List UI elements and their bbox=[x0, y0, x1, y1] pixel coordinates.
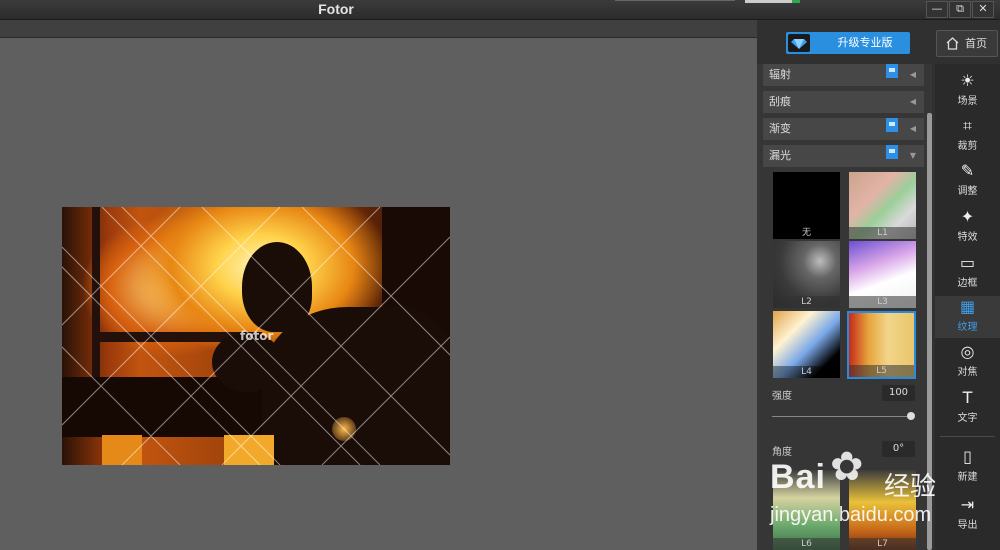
home-label: 首页 bbox=[965, 37, 987, 50]
tool-label: 新建 bbox=[957, 472, 978, 483]
title-bar-indicator bbox=[745, 0, 800, 3]
sparkles-icon: ✦ bbox=[960, 207, 975, 226]
title-bar: Fotor — ⧉ ✕ bbox=[0, 0, 1000, 20]
thumb-label: L5 bbox=[849, 365, 914, 377]
tool-label: 裁剪 bbox=[957, 141, 978, 152]
accordion-scratches[interactable]: 刮痕 ◀ bbox=[763, 91, 924, 113]
thumb-label: L4 bbox=[773, 366, 840, 378]
tool-adjust[interactable]: ✎ 调整 bbox=[935, 160, 1000, 202]
chevron-left-icon: ◀ bbox=[909, 97, 916, 106]
thumb-label: 无 bbox=[801, 228, 811, 238]
tool-label: 对焦 bbox=[957, 367, 978, 378]
upgrade-button[interactable]: 升级专业版 bbox=[786, 32, 910, 54]
leak-thumb-l3[interactable]: L3 bbox=[849, 241, 916, 308]
baidu-jingyan-watermark: Bai ✿ 经验 jingyan.baidu.com bbox=[760, 438, 960, 533]
chevron-left-icon: ◀ bbox=[909, 124, 916, 133]
crop-icon: ⌗ bbox=[962, 116, 972, 135]
tool-label: 文字 bbox=[957, 413, 978, 424]
accordion-light-leak[interactable]: 漏光 ▼ bbox=[763, 145, 924, 167]
home-icon bbox=[946, 37, 959, 50]
accordion-radiation[interactable]: 辐射 ◀ bbox=[763, 64, 924, 86]
paw-icon: ✿ bbox=[830, 445, 864, 489]
chevron-down-icon: ▼ bbox=[909, 151, 916, 160]
tool-text[interactable]: T 文字 bbox=[935, 387, 1000, 429]
upgrade-label: 升级专业版 bbox=[837, 36, 893, 49]
text-icon: T bbox=[962, 388, 973, 407]
tool-effects[interactable]: ✦ 特效 bbox=[935, 206, 1000, 248]
photo-preview[interactable]: fotor bbox=[62, 207, 450, 465]
strength-value-field[interactable]: 100 bbox=[882, 385, 915, 401]
home-button[interactable]: 首页 bbox=[936, 30, 998, 57]
leak-thumb-l2[interactable]: L2 bbox=[773, 241, 840, 308]
accordion-label: 辐射 bbox=[769, 68, 791, 81]
tool-label: 纹理 bbox=[957, 322, 978, 333]
frame-icon: ▭ bbox=[959, 253, 976, 272]
strength-slider-track[interactable] bbox=[772, 416, 912, 417]
leak-thumb-l1[interactable]: L1 bbox=[849, 172, 916, 239]
thumb-label: L6 bbox=[773, 538, 840, 550]
tool-frame[interactable]: ▭ 边框 bbox=[935, 252, 1000, 294]
premium-diamond-icon bbox=[886, 118, 898, 132]
tool-scene[interactable]: ☀ 场景 bbox=[935, 70, 1000, 112]
tool-divider bbox=[940, 436, 995, 437]
close-button[interactable]: ✕ bbox=[972, 1, 994, 18]
tool-label: 特效 bbox=[957, 232, 978, 243]
premium-diamond-icon bbox=[886, 64, 898, 78]
leak-thumb-l4[interactable]: L4 bbox=[773, 311, 840, 378]
tool-label: 场景 bbox=[957, 96, 978, 107]
tool-label: 导出 bbox=[957, 520, 978, 531]
accordion-label: 刮痕 bbox=[769, 95, 791, 108]
restore-button[interactable]: ⧉ bbox=[949, 1, 971, 18]
premium-diamond-icon bbox=[886, 145, 898, 159]
tool-crop[interactable]: ⌗ 裁剪 bbox=[935, 115, 1000, 157]
tool-texture[interactable]: ▦ 纹理 bbox=[935, 296, 1000, 338]
watermark-brand-suffix: 经验 bbox=[884, 471, 937, 501]
tool-focus[interactable]: ◎ 对焦 bbox=[935, 341, 1000, 383]
accordion-label: 漏光 bbox=[769, 149, 791, 162]
accordion-gradient[interactable]: 渐变 ◀ bbox=[763, 118, 924, 140]
thumb-label: L3 bbox=[849, 296, 916, 308]
diamond-icon bbox=[788, 34, 810, 52]
minimize-button[interactable]: — bbox=[926, 1, 948, 18]
app-title: Fotor bbox=[318, 1, 354, 17]
tool-label: 边框 bbox=[957, 278, 978, 289]
leak-thumb-l5[interactable]: L5 bbox=[847, 311, 916, 379]
chevron-left-icon: ◀ bbox=[909, 70, 916, 79]
tool-label: 调整 bbox=[957, 186, 978, 197]
sun-icon: ☀ bbox=[960, 71, 975, 90]
title-bar-decoration bbox=[615, 0, 735, 1]
texture-icon: ▦ bbox=[959, 297, 976, 316]
watermark-brand: Bai bbox=[770, 458, 826, 496]
thumb-label: L2 bbox=[773, 296, 840, 308]
brush-icon: ✎ bbox=[960, 161, 975, 180]
accordion-label: 渐变 bbox=[769, 122, 791, 135]
photo-watermark: fotor bbox=[240, 329, 274, 343]
thumb-label: L7 bbox=[849, 538, 916, 550]
strength-label: 强度 bbox=[772, 391, 792, 402]
focus-icon: ◎ bbox=[960, 342, 975, 361]
strength-slider-handle[interactable] bbox=[907, 412, 915, 420]
watermark-url: jingyan.baidu.com bbox=[770, 504, 932, 526]
leak-thumb-none[interactable]: 无 bbox=[773, 172, 840, 239]
canvas-toolbar-strip bbox=[0, 20, 757, 38]
thumb-label: L1 bbox=[849, 227, 916, 239]
